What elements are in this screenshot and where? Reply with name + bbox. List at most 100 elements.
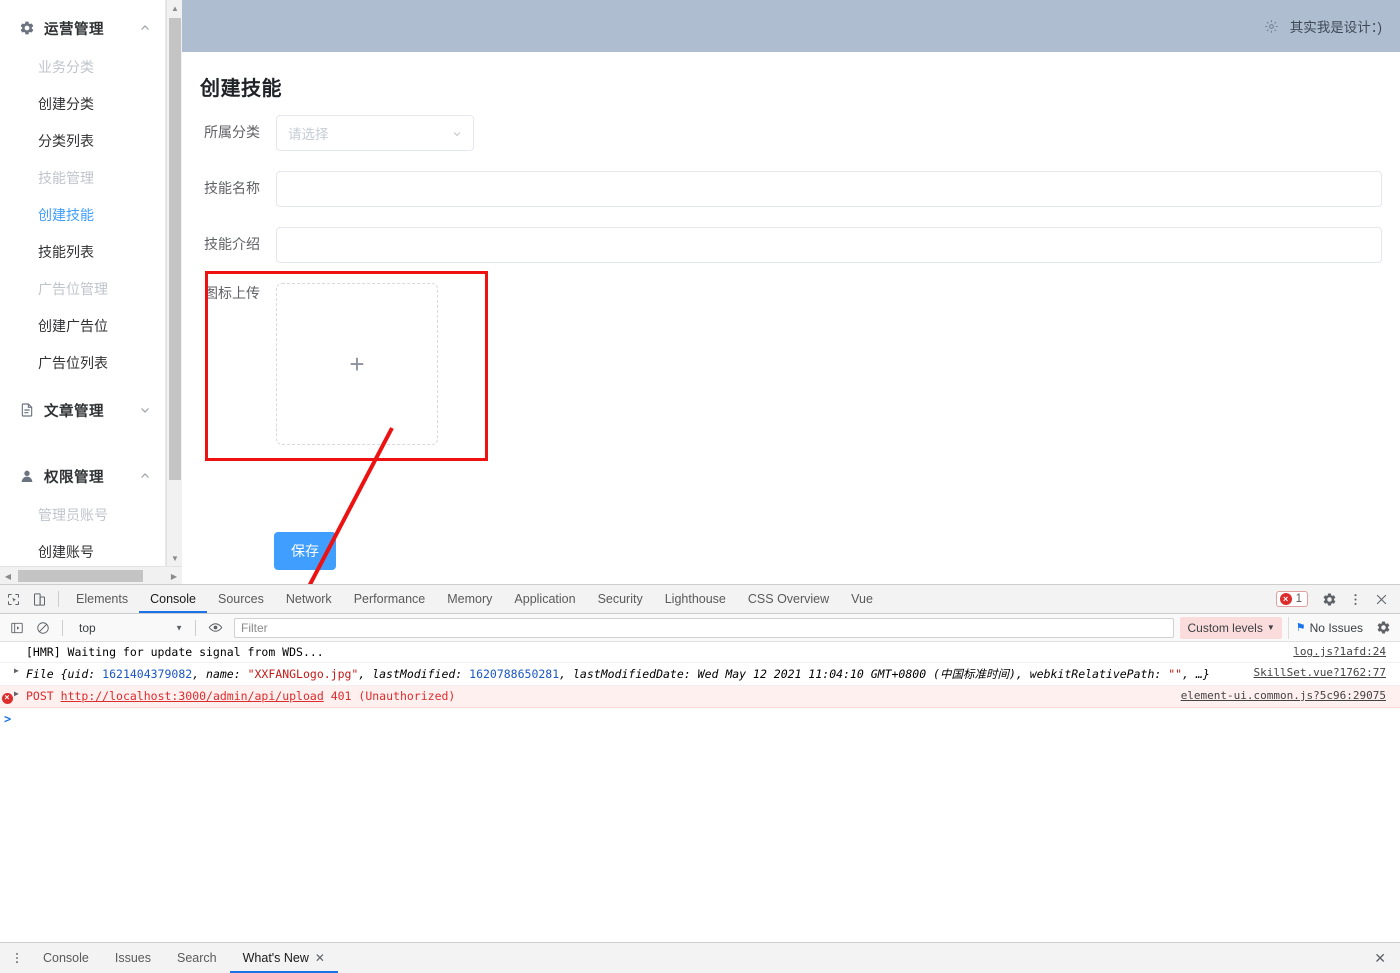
- skill-name-input[interactable]: [276, 171, 1382, 207]
- toolbar-divider: [62, 619, 63, 636]
- icon-upload-field[interactable]: +: [276, 283, 438, 445]
- console-message-source[interactable]: log.js?1afd:24: [1293, 645, 1400, 658]
- console-levels-select[interactable]: Custom levels ▼: [1180, 616, 1282, 639]
- scrollbar-thumb-vertical[interactable]: [169, 18, 181, 480]
- device-toolbar-icon[interactable]: [26, 586, 52, 612]
- scroll-left-arrow-icon[interactable]: ◀: [0, 568, 16, 584]
- close-devtools-icon[interactable]: [1368, 586, 1394, 612]
- console-message-source[interactable]: SkillSet.vue?1762:77: [1254, 666, 1400, 679]
- sidebar-item-category-list[interactable]: 分类列表: [0, 123, 165, 160]
- sidebar-horizontal-scrollbar[interactable]: ◀ ▶: [0, 566, 182, 584]
- sidebar-item-ad-list[interactable]: 广告位列表: [0, 345, 165, 382]
- console-context-select[interactable]: top ▼: [69, 618, 189, 638]
- devtools-tabbar-right: × 1: [1275, 586, 1400, 612]
- scroll-up-arrow-icon[interactable]: ▲: [167, 0, 183, 16]
- devtools-tab-console[interactable]: Console: [139, 585, 207, 613]
- console-message-file-object[interactable]: ▶ File {uid: 1621404379082, name: "XXFAN…: [0, 663, 1400, 686]
- gear-icon[interactable]: [1264, 18, 1280, 34]
- toolbar-divider: [195, 619, 196, 636]
- close-icon[interactable]: ✕: [315, 943, 325, 973]
- devtools-tab-application[interactable]: Application: [503, 585, 586, 613]
- devtools-tab-security[interactable]: Security: [587, 585, 654, 613]
- drawer-tab-label: What's New: [242, 951, 309, 965]
- scrollbar-thumb-horizontal[interactable]: [18, 570, 143, 582]
- chevron-down-icon: ▼: [1266, 623, 1275, 632]
- sidebar-item-skill-management[interactable]: 技能管理: [0, 160, 165, 197]
- devtools-tab-performance[interactable]: Performance: [343, 585, 437, 613]
- scroll-right-arrow-icon[interactable]: ▶: [166, 568, 182, 584]
- save-button[interactable]: 保存: [274, 532, 336, 570]
- console-filter-input[interactable]: [234, 617, 1175, 638]
- chevron-down-icon[interactable]: [139, 404, 151, 416]
- form-label-upload: 图标上传: [204, 285, 260, 301]
- expand-triangle-icon[interactable]: ▶: [14, 689, 26, 698]
- sidebar-vertical-scrollbar[interactable]: ▲ ▼: [166, 0, 182, 566]
- object-lmd-value: Wed May 12 2021 11:04:10 GMT+0800 (中国标准时…: [697, 667, 1016, 681]
- page-title: 创建技能: [200, 78, 282, 100]
- document-icon: [18, 402, 35, 419]
- devtools-tab-elements[interactable]: Elements: [65, 585, 139, 613]
- live-expression-eye-icon[interactable]: [202, 615, 228, 641]
- console-settings-gear-icon[interactable]: [1370, 615, 1396, 641]
- chevron-up-icon[interactable]: [139, 470, 151, 482]
- drawer-tab-search[interactable]: Search: [164, 943, 230, 973]
- devtools-tab-network[interactable]: Network: [275, 585, 343, 613]
- devtools-tab-vue[interactable]: Vue: [840, 585, 884, 613]
- expand-triangle-icon[interactable]: ▶: [14, 666, 26, 675]
- sidebar-item-create-category[interactable]: 创建分类: [0, 86, 165, 123]
- object-prefix: File {uid:: [26, 667, 103, 681]
- sidebar-item-create-ad[interactable]: 创建广告位: [0, 308, 165, 345]
- devtools-tab-sources[interactable]: Sources: [207, 585, 275, 613]
- console-message-hmr[interactable]: [HMR] Waiting for update signal from WDS…: [0, 642, 1400, 663]
- request-url[interactable]: http://localhost:3000/admin/api/upload: [61, 689, 324, 703]
- console-prompt[interactable]: >: [0, 708, 1400, 730]
- prompt-caret-icon: >: [4, 712, 12, 726]
- error-count: 1: [1295, 593, 1302, 605]
- object-lm-value: 1620788650281: [469, 667, 560, 681]
- devtools-tab-css-overview[interactable]: CSS Overview: [737, 585, 840, 613]
- drawer-tab-label: Console: [43, 951, 89, 965]
- object-lmd-key: , lastModifiedDate:: [559, 667, 698, 681]
- object-lm-key: , lastModified:: [358, 667, 470, 681]
- upload-dropzone[interactable]: +: [276, 283, 438, 445]
- sidebar-item-business-category[interactable]: 业务分类: [0, 49, 165, 86]
- sidebar-item-admin-account[interactable]: 管理员账号: [0, 497, 165, 534]
- chevron-up-icon[interactable]: [139, 22, 151, 34]
- category-select[interactable]: 请选择: [276, 115, 474, 151]
- drawer-tab-label: Search: [177, 951, 217, 965]
- devtools-tab-lighthouse[interactable]: Lighthouse: [654, 585, 737, 613]
- skill-intro-field[interactable]: [276, 227, 1382, 263]
- console-sidebar-toggle-icon[interactable]: [4, 615, 30, 641]
- sidebar-group-articles[interactable]: 文章管理: [0, 389, 165, 431]
- devtools-tab-memory[interactable]: Memory: [436, 585, 503, 613]
- chevron-down-icon[interactable]: [451, 127, 463, 139]
- sidebar-item-skill-list[interactable]: 技能列表: [0, 234, 165, 271]
- sidebar-item-ad-management[interactable]: 广告位管理: [0, 271, 165, 308]
- form-row-name: 技能名称: [182, 171, 1382, 207]
- issues-button[interactable]: ⚑ No Issues: [1287, 616, 1370, 639]
- error-count-badge[interactable]: × 1: [1275, 591, 1308, 607]
- sidebar-group-operations[interactable]: 运营管理: [0, 7, 165, 49]
- skill-name-field[interactable]: [276, 171, 1382, 207]
- close-drawer-icon[interactable]: ✕: [1374, 950, 1396, 967]
- drawer-tab-console[interactable]: Console: [30, 943, 102, 973]
- devtools-drawer-tabbar: Console Issues Search What's New ✕ ✕: [0, 942, 1400, 973]
- sidebar-item-create-skill[interactable]: 创建技能: [0, 197, 165, 234]
- console-message-error-post[interactable]: × ▶ POST http://localhost:3000/admin/api…: [0, 686, 1400, 708]
- sidebar-group-permissions[interactable]: 权限管理: [0, 455, 165, 497]
- console-message-source[interactable]: element-ui.common.js?5c96:29075: [1181, 689, 1400, 702]
- sidebar-item-create-account[interactable]: 创建账号: [0, 534, 165, 566]
- app-header: 其实我是设计：): [182, 0, 1400, 52]
- console-context-value: top: [79, 620, 96, 635]
- console-toolbar: top ▼ Custom levels ▼ ⚑ No Issues: [0, 614, 1400, 642]
- inspect-element-icon[interactable]: [0, 586, 26, 612]
- skill-intro-input[interactable]: [276, 227, 1382, 263]
- drawer-tab-whats-new[interactable]: What's New ✕: [230, 943, 338, 973]
- drawer-more-options-icon[interactable]: [4, 945, 30, 971]
- http-method: POST: [26, 689, 54, 703]
- drawer-tab-issues[interactable]: Issues: [102, 943, 164, 973]
- scroll-down-arrow-icon[interactable]: ▼: [167, 550, 183, 566]
- clear-console-icon[interactable]: [30, 615, 56, 641]
- more-options-icon[interactable]: [1342, 586, 1368, 612]
- settings-gear-icon[interactable]: [1316, 586, 1342, 612]
